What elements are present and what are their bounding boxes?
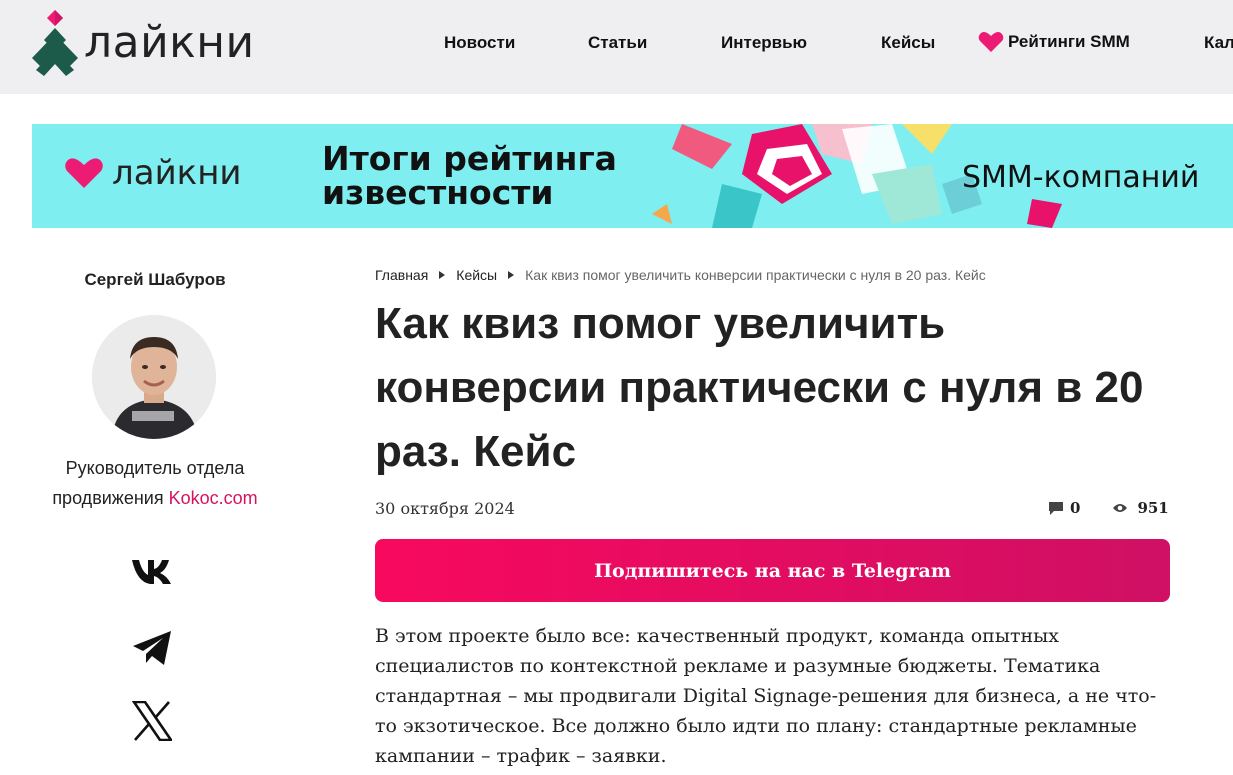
- breadcrumb-separator-icon: [439, 271, 446, 279]
- nav-news[interactable]: Новости: [444, 33, 515, 53]
- telegram-icon: [133, 631, 171, 665]
- vk-icon: [132, 560, 171, 584]
- nav-smm-ratings[interactable]: Рейтинги SMM: [978, 31, 1130, 53]
- banner-logo: лайкни: [64, 156, 242, 190]
- banner-title-line1: Итоги рейтинга: [322, 139, 617, 178]
- nav-smm-ratings-label: Рейтинги SMM: [1008, 32, 1130, 51]
- share-vk-button[interactable]: [130, 552, 174, 592]
- share-telegram-button[interactable]: [130, 628, 174, 668]
- telegram-subscribe-button[interactable]: Подпишитесь на нас в Telegram: [375, 539, 1170, 602]
- breadcrumb-current: Как квиз помог увеличить конверсии практ…: [525, 267, 986, 283]
- x-icon: [132, 701, 172, 741]
- comment-icon: [1049, 501, 1063, 515]
- banner-subtitle: SMM-компаний: [962, 160, 1200, 195]
- article-title: Как квиз помог увеличить конверсии практ…: [375, 299, 1144, 476]
- author-company-link[interactable]: Kokoc.com: [169, 488, 258, 508]
- article-date: 30 октября 2024: [375, 499, 515, 518]
- breadcrumb-home[interactable]: Главная: [375, 267, 428, 283]
- author-name[interactable]: Сергей Шабуров: [30, 270, 280, 290]
- breadcrumb: Главная Кейсы Как квиз помог увеличить к…: [375, 267, 986, 283]
- nav-calendar[interactable]: Кал: [1204, 33, 1233, 53]
- article-lead-paragraph: В этом проекте было все: качественный пр…: [375, 625, 1157, 767]
- author-role-line1: Руководитель отдела: [65, 458, 245, 478]
- nav-cases[interactable]: Кейсы: [881, 33, 935, 53]
- banner-title-line2: известности: [322, 173, 554, 212]
- author-role-line2: продвижения Kokoc.com: [30, 483, 280, 513]
- views-count: 951: [1137, 499, 1169, 517]
- nav-articles[interactable]: Статьи: [588, 33, 647, 53]
- breadcrumb-cases[interactable]: Кейсы: [456, 267, 497, 283]
- author-avatar[interactable]: [92, 315, 216, 439]
- site-header: лайкни Новости Статьи Интервью Кейсы Рей…: [0, 0, 1233, 94]
- author-photo: [92, 315, 216, 439]
- promo-banner[interactable]: лайкни Итоги рейтинга известности SMM-ко…: [32, 124, 1233, 228]
- comments-count[interactable]: 0: [1070, 499, 1080, 517]
- share-x-button[interactable]: [130, 701, 174, 741]
- heart-icon: [65, 158, 103, 188]
- author-role: Руководитель отдела продвижения Kokoc.co…: [30, 453, 280, 513]
- eye-icon: [1113, 504, 1128, 512]
- main-nav: Новости Статьи Интервью Кейсы Рейтинги S…: [0, 0, 1233, 86]
- nav-interviews[interactable]: Интервью: [721, 33, 807, 53]
- banner-logo-text: лайкни: [112, 153, 242, 193]
- breadcrumb-separator-icon: [508, 271, 515, 279]
- article-stats: 0 951: [1048, 499, 1169, 517]
- banner-title: Итоги рейтинга известности: [322, 142, 617, 210]
- heart-icon: [978, 32, 1004, 52]
- author-role-prefix: продвижения: [52, 488, 164, 508]
